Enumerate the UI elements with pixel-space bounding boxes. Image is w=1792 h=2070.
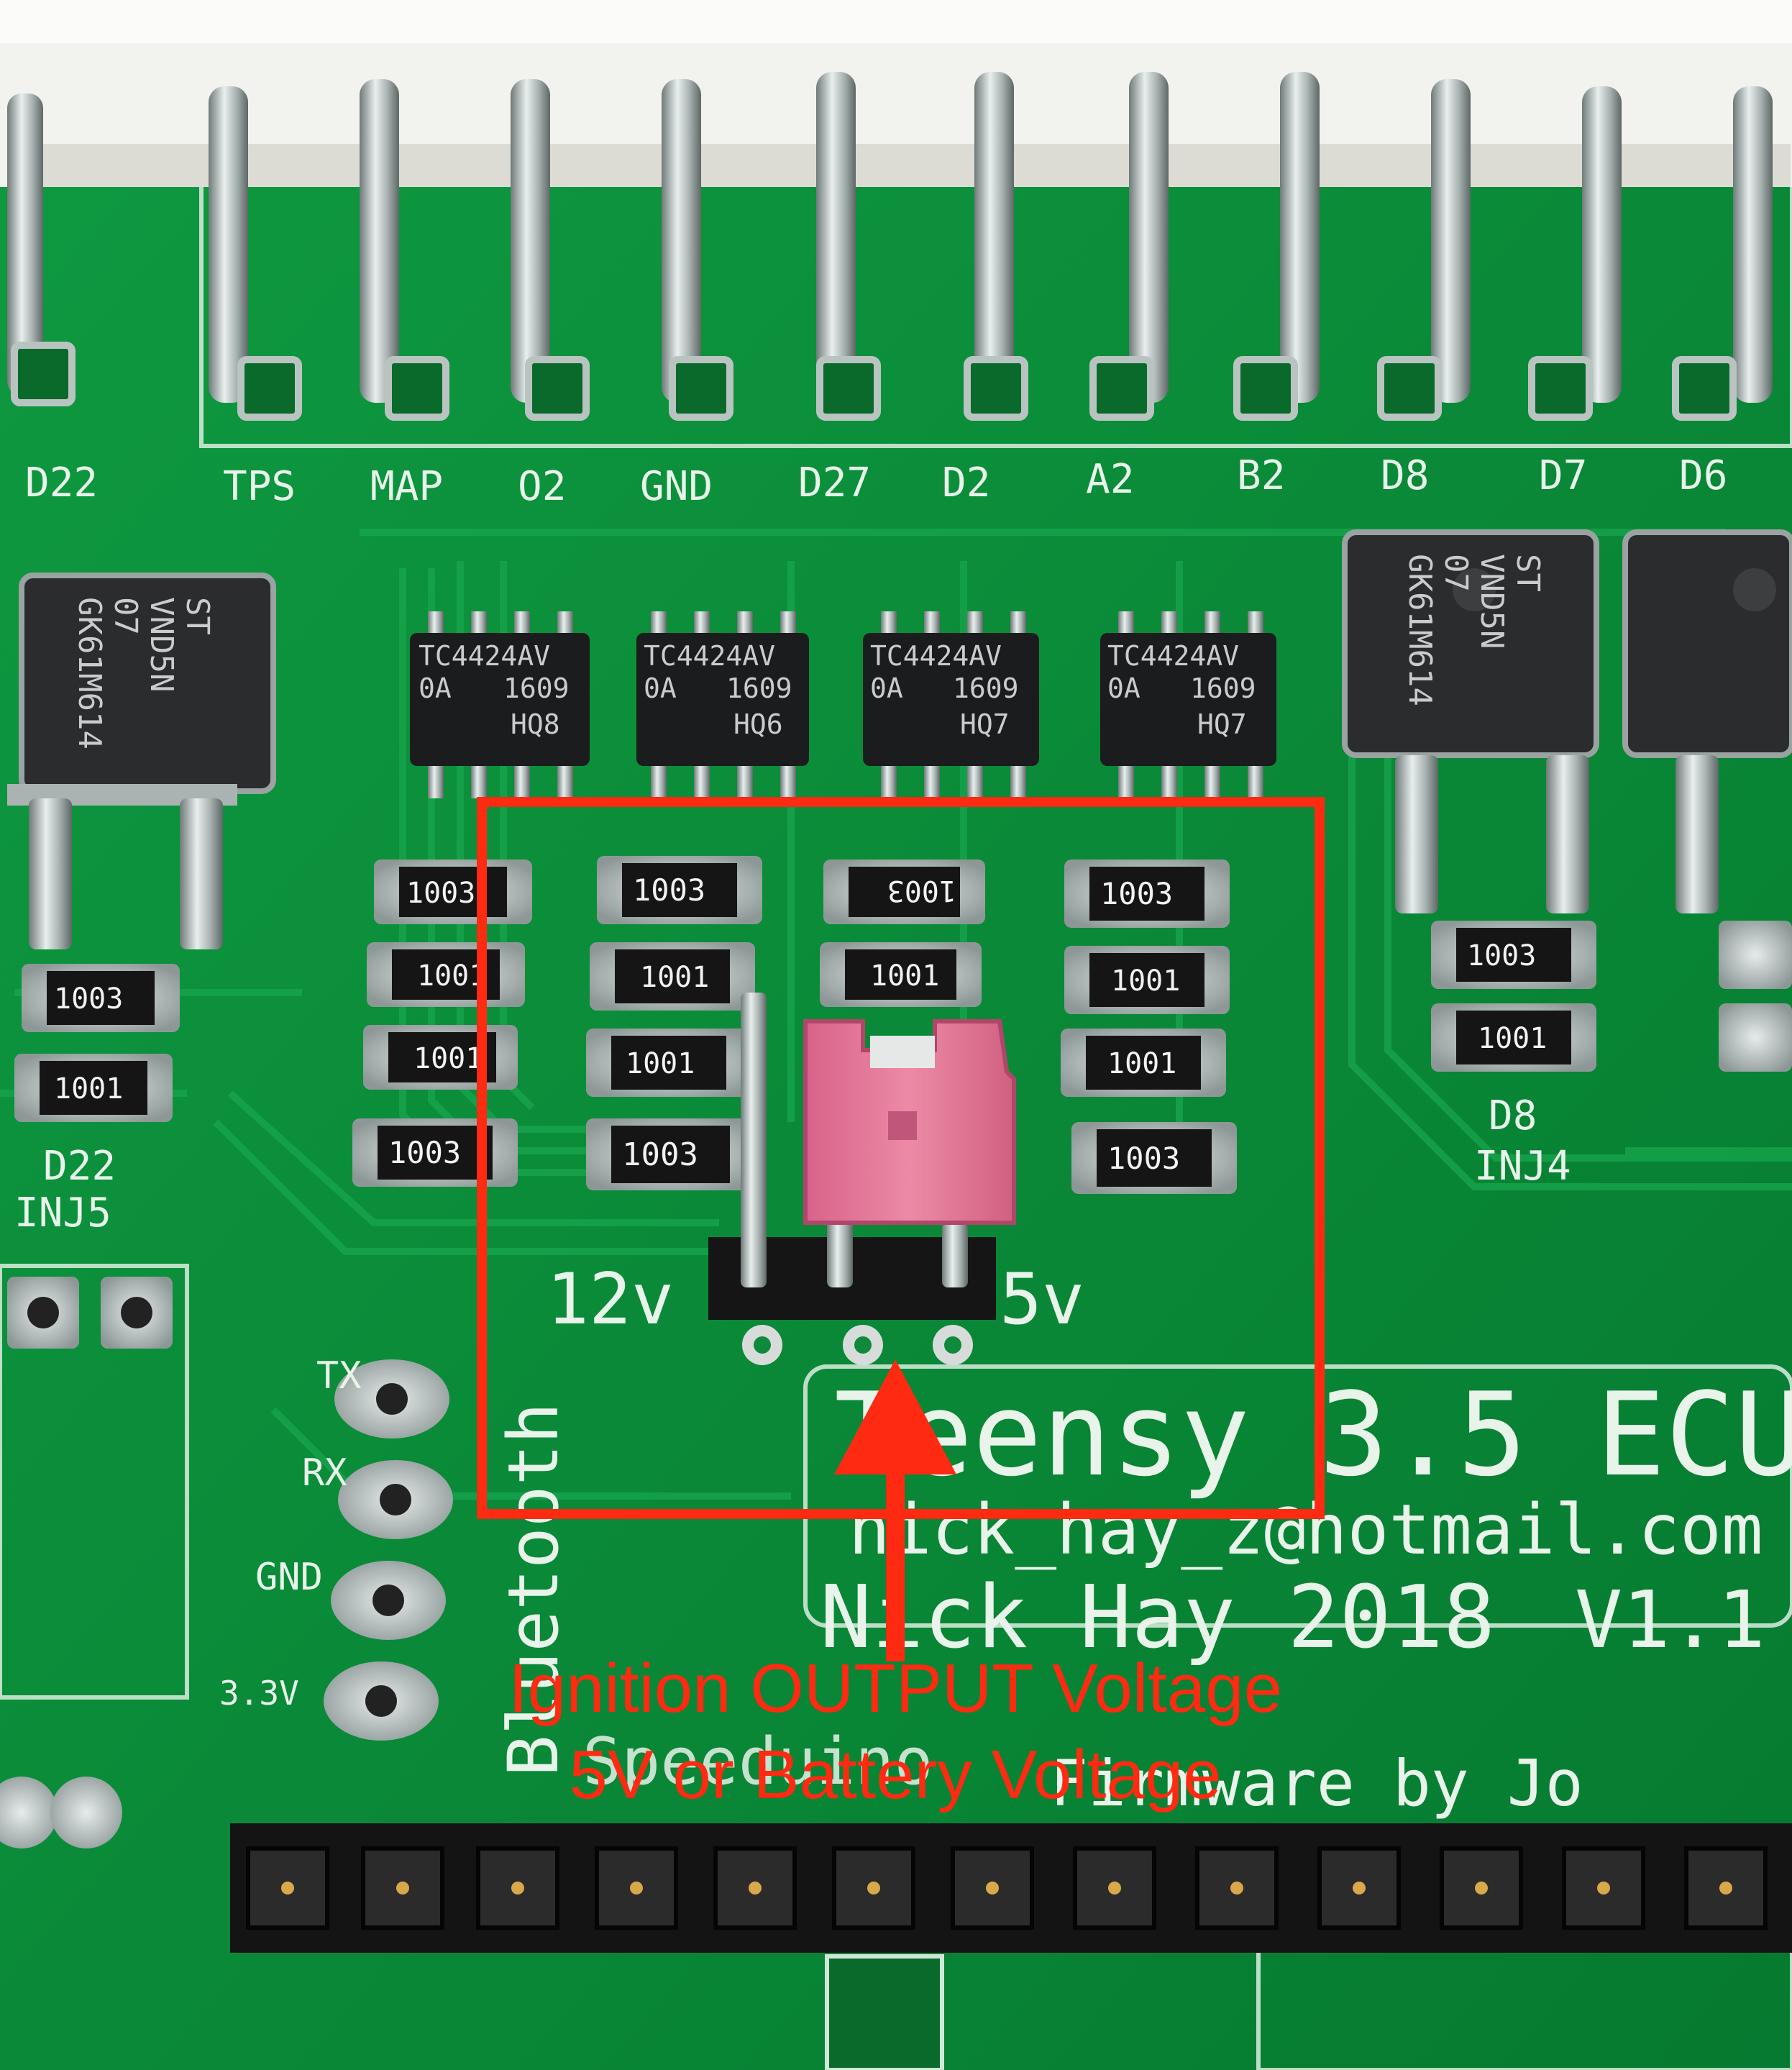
resistor-code: 1003 <box>54 982 123 1016</box>
label-3v3: 3.3V <box>219 1674 299 1713</box>
resistor-code: 1001 <box>54 1072 123 1105</box>
label-rx: RX <box>302 1451 347 1495</box>
label-d22: D22 <box>43 1143 116 1190</box>
resistor-code: 1001 <box>417 959 486 993</box>
chip-date: 1609 <box>953 672 1019 704</box>
mosfet-text: VND5N <box>1473 554 1510 649</box>
mosfet-text: VND5N <box>143 597 180 692</box>
mosfet-text: 07 <box>107 597 144 635</box>
label-inj5: INJ5 <box>14 1190 111 1236</box>
resistor-code: 1001 <box>626 1047 695 1080</box>
chip-batch: HQ8 <box>511 708 560 740</box>
pcb-photo: D22 TPS MAP O2 GND D27 D2 A2 B2 D8 D7 D6… <box>0 0 1792 2070</box>
label-5v: 5v <box>1000 1259 1084 1341</box>
resistor-code: 1003 <box>406 877 475 910</box>
chip-part: TC4424AV <box>419 640 550 672</box>
resistor-code: 1003 <box>622 1136 698 1173</box>
pin-label: O2 <box>518 463 566 510</box>
pin-label: A2 <box>1086 456 1134 503</box>
resistor-code: 1003 <box>887 874 956 907</box>
board-version: V1.1 <box>1575 1574 1765 1666</box>
chip-lot: 0A <box>419 672 452 704</box>
pin-label: D22 <box>25 460 98 506</box>
chip-batch: HQ7 <box>960 708 1010 740</box>
pin-label: D2 <box>942 460 990 506</box>
resistor-code: 1001 <box>640 961 709 994</box>
resistor-code: 1001 <box>1111 965 1180 998</box>
mosfet-text: GK61M614 <box>71 597 108 749</box>
annotation-line-1: Ignition OUTPUT Voltage <box>508 1650 1282 1727</box>
connector-ridges <box>43 144 1791 187</box>
pin-label: D7 <box>1539 452 1587 499</box>
resistor-code: 1003 <box>388 1135 461 1170</box>
mosfet-text: ST <box>1509 554 1546 592</box>
mosfet-text: 07 <box>1437 554 1474 592</box>
resistor-code: 1001 <box>1478 1022 1547 1055</box>
chip-date: 1609 <box>726 672 792 704</box>
resistor-code: 1003 <box>1107 1141 1180 1176</box>
pin-label: B2 <box>1237 452 1285 499</box>
pin-label: D8 <box>1381 452 1429 499</box>
arrow-shaft <box>886 1460 905 1661</box>
pin-label: MAP <box>370 463 443 510</box>
chip-date: 1609 <box>1190 672 1256 704</box>
pin-label: D6 <box>1679 452 1727 499</box>
chip-part: TC4424AV <box>870 640 1002 672</box>
resistor-code: 1001 <box>1107 1047 1176 1080</box>
resistor-code: 1003 <box>1100 876 1173 911</box>
label-inj4: INJ4 <box>1474 1143 1571 1190</box>
jumper-shunt[interactable] <box>803 1019 1016 1225</box>
board-title: Teensy 3.5 ECU <box>834 1367 1792 1502</box>
chip-lot: 0A <box>1107 672 1140 704</box>
pin-label: D27 <box>798 460 871 506</box>
chip-part: TC4424AV <box>644 640 775 672</box>
resistor-code: 1001 <box>870 959 939 993</box>
chip-batch: HQ6 <box>733 708 783 740</box>
board-email: nick_hay_z@hotmail.com <box>849 1490 1763 1570</box>
label-gnd: GND <box>255 1556 323 1599</box>
annotation-line-2: 5V or Battery Voltage <box>569 1736 1221 1813</box>
chip-batch: HQ7 <box>1197 708 1247 740</box>
label-tx: TX <box>316 1354 362 1398</box>
resistor-code: 1001 <box>413 1042 483 1075</box>
label-d8: D8 <box>1489 1093 1537 1139</box>
label-12v: 12v <box>547 1259 674 1341</box>
mosfet-text: GK61M614 <box>1402 554 1438 706</box>
chip-lot: 0A <box>644 672 677 704</box>
pcb-illustration: D22 TPS MAP O2 GND D27 D2 A2 B2 D8 D7 D6… <box>0 0 1792 2070</box>
resistor-code: 1003 <box>1467 939 1536 972</box>
pin-label: TPS <box>223 463 296 510</box>
chip-date: 1609 <box>503 672 570 704</box>
resistor-code: 1003 <box>633 872 705 908</box>
chip-part: TC4424AV <box>1107 640 1239 672</box>
chip-lot: 0A <box>870 672 903 704</box>
mosfet-text: ST <box>179 597 216 635</box>
pin-label: GND <box>640 463 713 510</box>
